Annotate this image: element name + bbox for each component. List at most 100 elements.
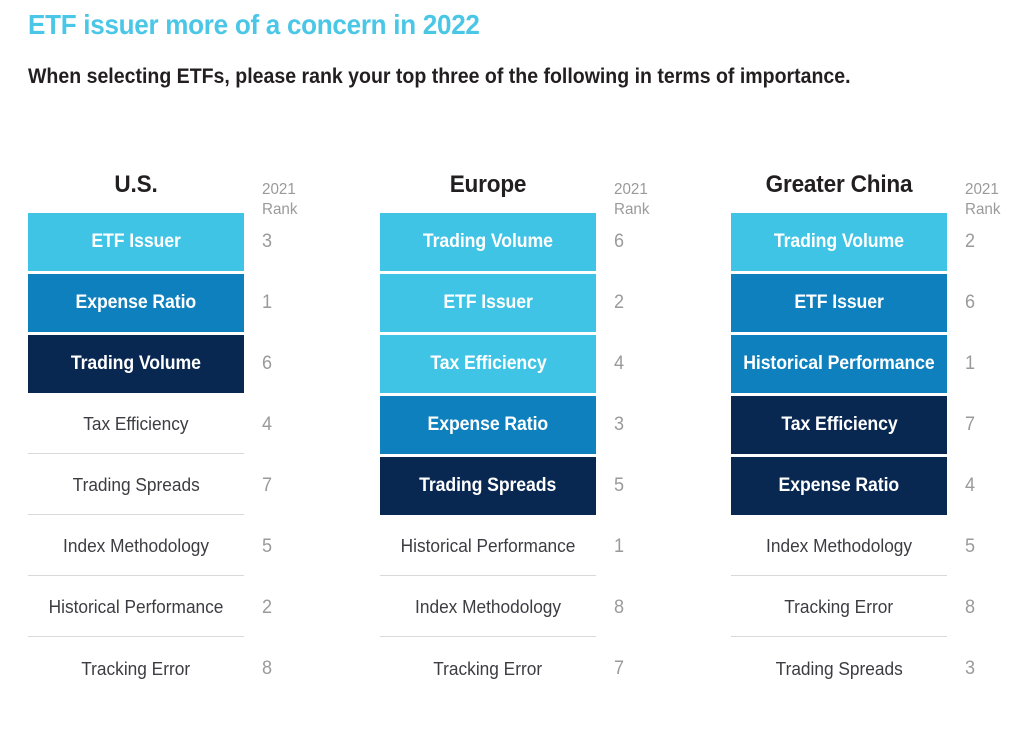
factor-row: Trading Spreads 7	[28, 457, 272, 515]
rank-2021-value: 1	[965, 353, 976, 374]
factor-label: Historical Performance	[48, 597, 224, 617]
factor-label: Tracking Error	[433, 658, 543, 679]
factor-row: Index Methodology 5	[28, 518, 272, 576]
factor-list: ETF Issuer 3 Expense Ratio 1 Trading Volume 6…	[28, 213, 272, 698]
region-column-u-s: U.S. 2021 Rank ETF Issuer 3 Expense Ratio 1 Tr…	[28, 168, 297, 701]
factor-row: Tax Efficiency 7	[731, 396, 975, 454]
rank-2021-value: 3	[262, 231, 273, 252]
ranked-bar: ETF Issuer	[731, 274, 947, 332]
rank-2021-value: 3	[965, 658, 976, 679]
factor-row: Trading Spreads 3	[731, 640, 975, 698]
factor-label: Trading Volume	[423, 231, 553, 252]
factor-row: Historical Performance 2	[28, 579, 272, 637]
unranked-row: Tracking Error	[28, 640, 244, 698]
rank-2021-value: 1	[262, 292, 273, 313]
rank-2021-value: 5	[965, 536, 976, 557]
factor-row: Tracking Error 7	[380, 640, 624, 698]
ranked-bar: Trading Spreads	[380, 457, 596, 515]
unranked-row: Tracking Error	[731, 579, 947, 637]
factor-row: ETF Issuer 3	[28, 213, 272, 271]
ranked-bar: Expense Ratio	[28, 274, 244, 332]
factor-label: Index Methodology	[765, 536, 913, 556]
factor-label: ETF Issuer	[443, 292, 533, 313]
ranked-bar: Trading Volume	[731, 213, 947, 271]
rank-2021-value: 2	[262, 597, 273, 618]
factor-label: Expense Ratio	[75, 292, 197, 313]
factor-row: Expense Ratio 3	[380, 396, 624, 454]
unranked-row: Tracking Error	[380, 640, 596, 698]
factor-list: Trading Volume 2 ETF Issuer 6 Historical Per…	[731, 213, 975, 698]
rank-2021-value: 3	[614, 414, 625, 435]
factor-label: Index Methodology	[62, 536, 210, 556]
rank-2021-value: 6	[965, 292, 976, 313]
factor-row: Tracking Error 8	[731, 579, 975, 637]
factor-row: Expense Ratio 4	[731, 457, 975, 515]
factor-label: Index Methodology	[414, 597, 562, 617]
factor-label: Expense Ratio	[427, 414, 549, 435]
factor-row: Index Methodology 8	[380, 579, 624, 637]
ranked-bar: Tax Efficiency	[380, 335, 596, 393]
region-heading: Greater China	[765, 171, 913, 198]
rank-2021-value: 4	[965, 475, 976, 496]
page-subtitle: When selecting ETFs, please rank your to…	[28, 64, 851, 88]
rank-2021-value: 2	[965, 231, 976, 252]
rank-2021-value: 6	[614, 231, 625, 252]
region-heading: U.S.	[114, 171, 158, 198]
factor-label: Historical Performance	[743, 353, 935, 374]
factor-label: Trading Spreads	[72, 475, 200, 495]
unranked-row: Historical Performance	[28, 579, 244, 637]
ranked-bar: Expense Ratio	[731, 457, 947, 515]
factor-label: Tracking Error	[784, 597, 894, 617]
factor-label: Trading Spreads	[775, 658, 903, 679]
factor-row: Tax Efficiency 4	[28, 396, 272, 454]
rank-2021-value: 4	[614, 353, 625, 374]
unranked-row: Trading Spreads	[28, 457, 244, 515]
rank-2021-value: 7	[262, 475, 273, 496]
factor-label: Trading Volume	[774, 231, 904, 252]
factor-row: Tracking Error 8	[28, 640, 272, 698]
factor-label: Tax Efficiency	[83, 414, 189, 434]
factor-row: Historical Performance 1	[380, 518, 624, 576]
factor-row: Expense Ratio 1	[28, 274, 272, 332]
factor-label: ETF Issuer	[794, 292, 884, 313]
rank-2021-value: 6	[262, 353, 273, 374]
unranked-row: Historical Performance	[380, 518, 596, 576]
factor-row: Index Methodology 5	[731, 518, 975, 576]
unranked-row: Tax Efficiency	[28, 396, 244, 454]
factor-row: Tax Efficiency 4	[380, 335, 624, 393]
factor-list: Trading Volume 6 ETF Issuer 2 Tax Efficiency…	[380, 213, 624, 698]
rank-2021-value: 1	[614, 536, 625, 557]
ranked-bar: Trading Volume	[380, 213, 596, 271]
rank-2021-value: 5	[262, 536, 273, 557]
ranked-bar: Tax Efficiency	[731, 396, 947, 454]
rank-2021-value: 8	[614, 597, 625, 618]
rank-2021-value: 4	[262, 414, 273, 435]
factor-row: ETF Issuer 6	[731, 274, 975, 332]
region-heading: Europe	[449, 171, 527, 198]
factor-label: Trading Volume	[71, 353, 201, 374]
factor-label: ETF Issuer	[91, 231, 181, 252]
factor-label: Trading Spreads	[419, 475, 557, 496]
unranked-row: Index Methodology	[380, 579, 596, 637]
factor-label: Tax Efficiency	[780, 414, 898, 435]
rank-2021-value: 8	[262, 658, 273, 679]
header: ETF issuer more of a concern in 2022 Whe…	[28, 8, 1008, 89]
ranked-bar: Trading Volume	[28, 335, 244, 393]
factor-row: Historical Performance 1	[731, 335, 975, 393]
factor-row: Trading Spreads 5	[380, 457, 624, 515]
region-column-europe: Europe 2021 Rank Trading Volume 6 ETF Issuer…	[380, 168, 649, 701]
region-column-greater-china: Greater China 2021 Rank Trading Volume 2 ETF…	[731, 168, 1000, 701]
rank-2021-value: 7	[965, 414, 976, 435]
unranked-row: Trading Spreads	[731, 640, 947, 698]
factor-label: Expense Ratio	[778, 475, 900, 496]
ranked-bar: Expense Ratio	[380, 396, 596, 454]
rank-2021-value: 5	[614, 475, 625, 496]
factor-label: Historical Performance	[400, 536, 576, 556]
factor-label: Tax Efficiency	[429, 353, 547, 374]
factor-row: ETF Issuer 2	[380, 274, 624, 332]
page-title: ETF issuer more of a concern in 2022	[28, 9, 480, 40]
factor-label: Tracking Error	[81, 658, 191, 679]
rank-2021-value: 8	[965, 597, 976, 618]
ranked-bar: Historical Performance	[731, 335, 947, 393]
unranked-row: Index Methodology	[28, 518, 244, 576]
